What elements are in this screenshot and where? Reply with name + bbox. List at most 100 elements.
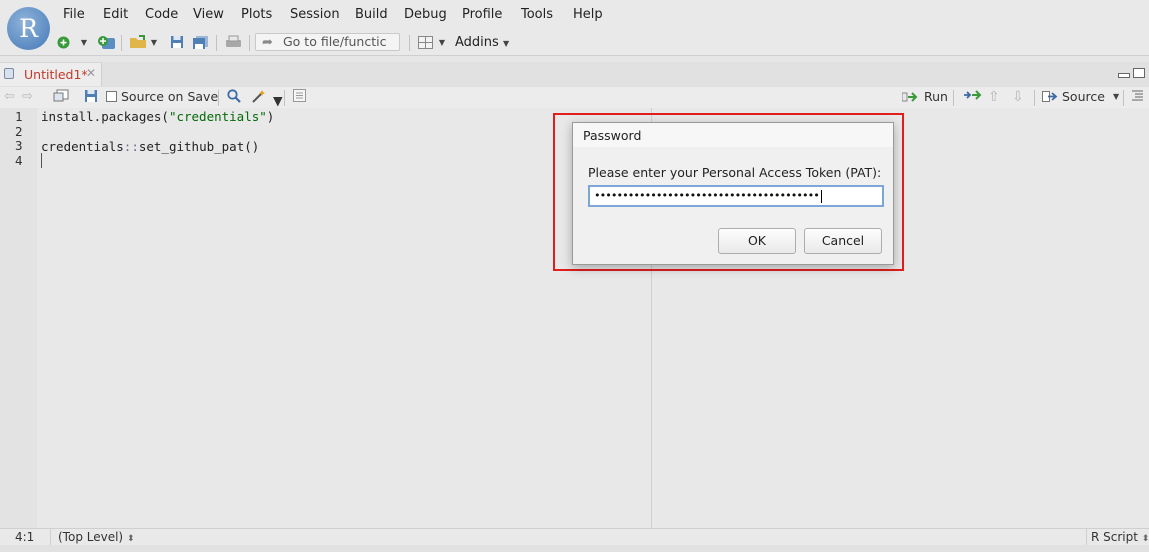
source-button[interactable]: Source ▼ (1042, 89, 1119, 104)
menu-help[interactable]: Help (573, 7, 603, 22)
code-tools-wand-icon[interactable] (251, 89, 267, 103)
line-number-gutter: 1 2 3 4 (0, 108, 37, 528)
ok-button[interactable]: OK (718, 228, 796, 254)
file-type-label: R Script (1091, 530, 1138, 544)
code-line-3[interactable]: credentials::set_github_pat() (41, 139, 259, 154)
show-in-window-icon[interactable] (53, 89, 69, 102)
maximize-pane-icon[interactable] (1133, 68, 1145, 78)
back-icon[interactable]: ⇦ (4, 89, 15, 104)
addins-label: Addins (455, 35, 499, 50)
rerun-icon[interactable] (962, 89, 982, 101)
menu-edit[interactable]: Edit (103, 7, 128, 22)
pane-layout-dropdown-icon[interactable]: ▼ (438, 34, 446, 50)
editor-save-icon[interactable] (84, 89, 98, 103)
go-up-icon[interactable]: ⇧ (988, 89, 1000, 105)
menu-profile[interactable]: Profile (462, 7, 502, 22)
menu-bar: File Edit Code View Plots Session Build … (0, 0, 1149, 30)
line-number: 4 (15, 153, 23, 168)
toolbar-separator (218, 90, 219, 106)
source-on-save-checkbox[interactable] (106, 91, 117, 102)
cancel-button[interactable]: Cancel (804, 228, 882, 254)
file-type-selector[interactable]: R Script ⬍ (1091, 530, 1149, 544)
toolbar-separator (216, 35, 217, 51)
open-file-dropdown-icon[interactable]: ▼ (150, 34, 158, 50)
status-bar: 4:1 (Top Level) ⬍ R Script ⬍ (0, 528, 1149, 546)
code-line-1[interactable]: install.packages("credentials") (41, 109, 274, 124)
menu-session[interactable]: Session (290, 7, 340, 22)
toolbar-separator (249, 35, 250, 51)
document-outline-icon[interactable] (293, 89, 306, 102)
source-on-save-label: Source on Save (121, 89, 219, 104)
dialog-title: Password (583, 128, 642, 143)
goto-file-input[interactable]: ➦ Go to file/functic (255, 33, 400, 51)
r-file-icon (4, 68, 14, 79)
find-replace-icon[interactable] (227, 89, 241, 103)
save-icon[interactable] (169, 34, 184, 50)
minimize-pane-icon[interactable] (1118, 73, 1130, 78)
code-string: "credentials" (168, 109, 267, 124)
pat-password-input[interactable]: •••••••••••••••••••••••••••••••••••••••• (588, 185, 884, 207)
cursor-position: 4:1 (15, 530, 35, 544)
save-all-icon[interactable] (192, 34, 209, 50)
new-project-icon[interactable] (96, 34, 116, 50)
open-file-icon[interactable] (128, 34, 148, 50)
status-separator (1086, 529, 1087, 546)
goto-file-placeholder: Go to file/functic (283, 34, 387, 49)
text-cursor (41, 153, 42, 168)
file-type-updown-icon: ⬍ (1141, 534, 1149, 544)
new-file-dropdown-icon[interactable]: ▼ (80, 34, 88, 50)
dialog-title-bar: Password (573, 123, 893, 148)
r-logo: R (7, 7, 50, 50)
menu-view[interactable]: View (193, 7, 224, 22)
menu-debug[interactable]: Debug (404, 7, 447, 22)
editor-tab-label: Untitled1* (24, 67, 88, 82)
code-function: set_github_pat() (138, 139, 260, 154)
password-dialog: Password Please enter your Personal Acce… (572, 122, 894, 265)
go-down-icon[interactable]: ⇩ (1012, 89, 1024, 105)
toolbar-separator (121, 35, 122, 51)
line-number: 2 (15, 124, 23, 139)
source-on-save-toggle[interactable]: Source on Save (106, 89, 218, 104)
code-paren: ) (266, 109, 275, 124)
dialog-prompt: Please enter your Personal Access Token … (588, 165, 882, 180)
new-file-icon[interactable] (56, 34, 70, 50)
run-label: Run (924, 89, 948, 104)
code-operator: :: (123, 139, 139, 154)
toolbar-separator (1034, 90, 1035, 106)
scope-label: (Top Level) (58, 530, 124, 544)
menu-build[interactable]: Build (355, 7, 388, 22)
run-arrow-icon (902, 91, 918, 102)
addins-menu[interactable]: Addins ▼ (455, 35, 509, 50)
menu-tools[interactable]: Tools (521, 7, 553, 22)
pane-window-controls (1118, 68, 1145, 78)
editor-toolbar: ⇦ ⇨ Source on Save ▼ Run ⇧ ⇩ Source ▼ (0, 87, 1149, 109)
code-tools-dropdown-icon[interactable]: ▼ (273, 93, 283, 108)
source-dropdown-icon[interactable]: ▼ (1113, 92, 1119, 101)
toolbar-separator (284, 90, 285, 106)
scope-updown-icon: ⬍ (126, 534, 135, 544)
line-number: 1 (15, 109, 23, 124)
toolbar-separator (953, 90, 954, 106)
run-button[interactable]: Run (902, 89, 948, 104)
pane-layout-icon[interactable] (417, 34, 433, 50)
toolbar-separator (409, 35, 410, 51)
toolbar-separator (1123, 90, 1124, 106)
source-label: Source (1062, 89, 1105, 104)
scope-selector[interactable]: (Top Level) ⬍ (58, 530, 134, 544)
close-tab-icon[interactable]: ✕ (86, 66, 96, 80)
forward-icon[interactable]: ⇨ (22, 89, 33, 104)
addins-dropdown-icon: ▼ (502, 39, 510, 48)
print-icon[interactable] (224, 34, 242, 50)
status-separator (50, 529, 51, 546)
main-toolbar: ▼ ▼ ➦ Go to file/functic ▼ Addins ▼ (0, 30, 1149, 56)
line-number: 3 (15, 138, 23, 153)
editor-tab-untitled1[interactable]: Untitled1* ✕ (0, 62, 102, 86)
menu-file[interactable]: File (63, 7, 85, 22)
menu-code[interactable]: Code (145, 7, 178, 22)
outline-menu-icon[interactable] (1131, 89, 1144, 101)
bottom-edge (0, 545, 1149, 552)
code-package: credentials (41, 139, 124, 154)
code-function: install.packages( (41, 109, 169, 124)
menu-plots[interactable]: Plots (241, 7, 272, 22)
source-arrow-icon (1042, 91, 1058, 102)
